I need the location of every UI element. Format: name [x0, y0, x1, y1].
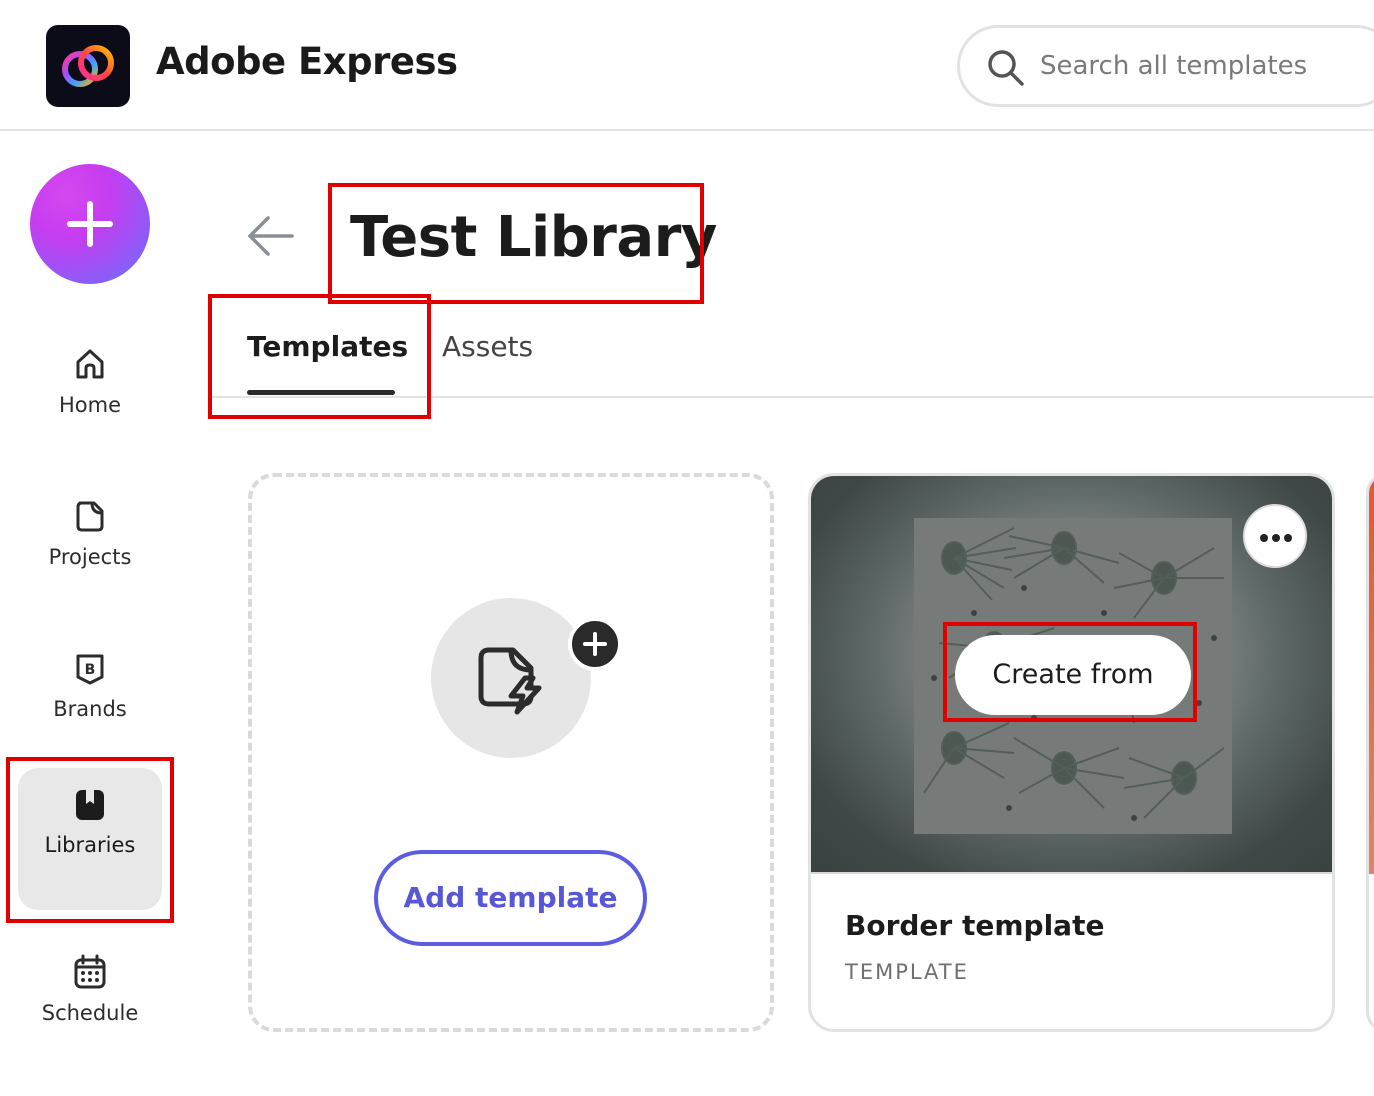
back-arrow-icon[interactable]: [244, 212, 296, 260]
sidebar-item-schedule[interactable]: Schedule: [18, 936, 162, 1078]
projects-icon: [76, 501, 104, 532]
partial-card-thumbnail: [1369, 476, 1374, 874]
tab-assets[interactable]: Assets: [442, 330, 533, 363]
more-dot-icon: [1272, 534, 1280, 542]
adobe-express-logo[interactable]: [46, 25, 130, 107]
app-title: Adobe Express: [156, 40, 458, 83]
sidebar-item-brands[interactable]: B Brands: [18, 632, 162, 774]
plus-icon: [67, 201, 113, 247]
creative-cloud-logo-icon: [62, 45, 114, 87]
template-card[interactable]: Create from Border template TEMPLATE: [808, 473, 1335, 1032]
template-file-icon: [478, 647, 542, 715]
sidebar-item-projects[interactable]: Projects: [18, 480, 162, 622]
search-icon: [988, 50, 1024, 86]
create-from-button[interactable]: Create from: [955, 635, 1191, 715]
template-thumbnail[interactable]: Create from: [811, 476, 1332, 874]
home-icon: [76, 349, 104, 379]
top-bar: Adobe Express: [0, 0, 1374, 131]
brands-icon: B: [76, 654, 104, 685]
plus-icon: [583, 632, 607, 656]
add-template-illustration: [431, 598, 591, 758]
template-type-label: TEMPLATE: [845, 960, 969, 984]
create-new-button[interactable]: [30, 164, 150, 284]
sidebar-item-label: Home: [58, 393, 121, 417]
search-bar[interactable]: [957, 25, 1374, 107]
tab-templates[interactable]: Templates: [247, 330, 408, 363]
more-dot-icon: [1284, 534, 1292, 542]
thumbnail-divider: [811, 872, 1332, 874]
sidebar-item-label: Libraries: [44, 833, 136, 857]
sidebar-item-home[interactable]: Home: [18, 328, 162, 470]
sidebar-item-label: Schedule: [41, 1001, 139, 1025]
sidebar-item-label: Projects: [48, 545, 132, 569]
add-template-button[interactable]: Add template: [374, 850, 647, 946]
selected-tab-indicator: [247, 390, 395, 395]
add-badge-icon: [568, 617, 622, 671]
svg-text:B: B: [85, 662, 96, 678]
more-options-button[interactable]: [1243, 504, 1307, 568]
schedule-icon: [74, 954, 106, 989]
page-title: Test Library: [350, 205, 717, 270]
tabs-divider: [210, 396, 1374, 398]
search-input[interactable]: [1040, 48, 1370, 84]
libraries-icon: [76, 790, 104, 820]
partial-template-card[interactable]: [1366, 473, 1374, 1032]
template-name: Border template: [845, 909, 1105, 942]
more-dot-icon: [1260, 534, 1268, 542]
sidebar-item-libraries[interactable]: Libraries: [18, 768, 162, 910]
sidebar-item-label: Brands: [53, 697, 127, 721]
